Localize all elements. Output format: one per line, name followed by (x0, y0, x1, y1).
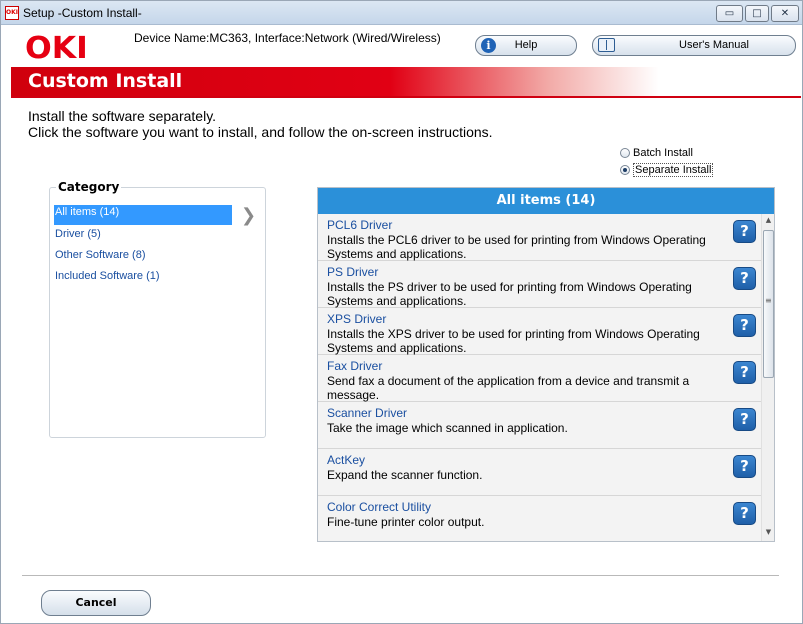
list-item-pcl6-driver[interactable]: PCL6 Driver Installs the PCL6 driver to … (318, 214, 761, 261)
radio-button-icon[interactable] (620, 148, 630, 158)
list-item-scanner-driver[interactable]: Scanner Driver Take the image which scan… (318, 402, 761, 449)
oki-logo: OKI (25, 31, 88, 66)
help-question-icon[interactable]: ? (733, 361, 756, 384)
item-name[interactable]: PS Driver (327, 265, 378, 279)
setup-window: OKI Setup -Custom Install- ▭ □ ✕ OKI Dev… (0, 0, 803, 624)
item-description: Fine-tune printer color output. (327, 515, 485, 529)
item-description: Send fax a document of the application f… (327, 374, 690, 402)
batch-install-label[interactable]: Batch Install (633, 147, 693, 159)
items-header: All items (14) (318, 188, 774, 214)
category-title: Category (56, 180, 122, 194)
page-title: Custom Install (28, 70, 183, 92)
category-item-driver[interactable]: Driver (5) (54, 227, 232, 247)
list-item-color-correct-utility[interactable]: Color Correct Utility Fine-tune printer … (318, 496, 761, 541)
list-item-actkey[interactable]: ActKey Expand the scanner function. ? (318, 449, 761, 496)
item-name[interactable]: XPS Driver (327, 312, 386, 326)
help-button[interactable]: i Help (475, 35, 577, 56)
users-manual-button[interactable]: User's Manual (592, 35, 796, 56)
item-description: Installs the PCL6 driver to be used for … (327, 233, 706, 261)
help-question-icon[interactable]: ? (733, 502, 756, 525)
help-question-icon[interactable]: ? (733, 408, 756, 431)
help-question-icon[interactable]: ? (733, 267, 756, 290)
maximize-button[interactable]: □ (745, 5, 769, 22)
separate-install-label[interactable]: Separate Install (633, 163, 714, 177)
list-item-ps-driver[interactable]: PS Driver Installs the PS driver to be u… (318, 261, 761, 308)
scroll-thumb[interactable] (763, 230, 774, 378)
footer-divider (22, 575, 779, 576)
list-item-xps-driver[interactable]: XPS Driver Installs the XPS driver to be… (318, 308, 761, 355)
chevron-right-icon: ❯ (241, 205, 257, 226)
app-icon: OKI (5, 6, 19, 20)
item-description: Expand the scanner function. (327, 468, 483, 482)
radio-selected-icon[interactable] (620, 165, 630, 175)
item-name[interactable]: Fax Driver (327, 359, 382, 373)
item-name[interactable]: Scanner Driver (327, 406, 407, 420)
category-item-included-software[interactable]: Included Software (1) (54, 269, 232, 289)
item-description: Installs the XPS driver to be used for p… (327, 327, 700, 355)
help-question-icon[interactable]: ? (733, 314, 756, 337)
help-label: Help (514, 39, 538, 51)
help-question-icon[interactable]: ? (733, 455, 756, 478)
item-name[interactable]: Color Correct Utility (327, 500, 431, 514)
item-description: Take the image which scanned in applicat… (327, 421, 568, 435)
instruction-line-1: Install the software separately. (28, 108, 217, 124)
category-item-all[interactable]: All items (14) (54, 205, 232, 225)
item-name[interactable]: ActKey (327, 453, 365, 467)
help-question-icon[interactable]: ? (733, 220, 756, 243)
instruction-line-2: Click the software you want to install, … (28, 124, 493, 140)
item-name[interactable]: PCL6 Driver (327, 218, 392, 232)
book-icon (598, 38, 615, 52)
items-panel: All items (14) PCL6 Driver Installs the … (317, 187, 775, 542)
scroll-down-arrow-icon[interactable]: ▼ (762, 528, 774, 537)
title-bar[interactable]: OKI Setup -Custom Install- ▭ □ ✕ (1, 1, 802, 25)
minimize-button[interactable]: ▭ (716, 5, 743, 22)
items-scrollbar[interactable]: ▲ ▼ (761, 214, 774, 541)
window-title: Setup -Custom Install- (23, 6, 142, 20)
scroll-up-arrow-icon[interactable]: ▲ (762, 216, 774, 225)
device-info: Device Name:MC363, Interface:Network (Wi… (134, 31, 441, 45)
list-item-fax-driver[interactable]: Fax Driver Send fax a document of the ap… (318, 355, 761, 402)
cancel-button[interactable]: Cancel (41, 590, 151, 616)
category-item-other-software[interactable]: Other Software (8) (54, 248, 232, 268)
page-banner: Custom Install (11, 67, 801, 98)
item-description: Installs the PS driver to be used for pr… (327, 280, 692, 308)
users-manual-label: User's Manual (679, 39, 749, 51)
close-button[interactable]: ✕ (771, 5, 799, 22)
